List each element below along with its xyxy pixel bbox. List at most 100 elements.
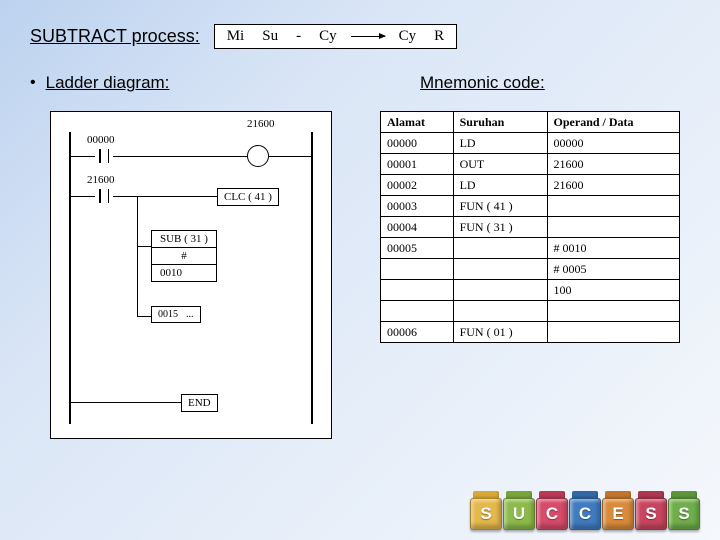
- table-cell: 00002: [381, 175, 454, 196]
- letter-block: E: [602, 498, 634, 530]
- eq-mi: Mi: [223, 28, 249, 45]
- table-row: 100: [381, 280, 680, 301]
- table-cell: 21600: [547, 175, 679, 196]
- table-cell: 00006: [381, 322, 454, 343]
- letter-block: S: [668, 498, 700, 530]
- sub-block: SUB ( 31 ) # 0010: [151, 230, 217, 282]
- table-row: 00002LD21600: [381, 175, 680, 196]
- table-cell: [381, 259, 454, 280]
- table-row: 00000LD00000: [381, 133, 680, 154]
- block-letter: C: [579, 504, 591, 524]
- equation-box: Mi Su - Cy Cy R: [214, 24, 457, 49]
- table-cell: OUT: [453, 154, 547, 175]
- lbl-21600-left: 21600: [87, 174, 115, 186]
- table-cell: [453, 301, 547, 322]
- letter-block: U: [503, 498, 535, 530]
- eq-minus: -: [292, 28, 305, 45]
- arrow-icon: [351, 36, 385, 37]
- sub-hash: #: [152, 248, 216, 265]
- instr-sub: SUB ( 31 ): [152, 231, 216, 248]
- coil-21600: [247, 145, 269, 167]
- table-row: [381, 301, 680, 322]
- instr-end: END: [181, 394, 218, 412]
- ladder-diagram: 00000 21600 21600 CLC ( 41 ) SUB ( 31 ): [50, 111, 332, 439]
- block-letter: S: [480, 504, 491, 524]
- mnemonic-table: Alamat Suruhan Operand / Data 00000LD000…: [380, 111, 680, 343]
- table-cell: LD: [453, 175, 547, 196]
- block-letter: U: [513, 504, 525, 524]
- block-letter: C: [546, 504, 558, 524]
- title-row: SUBTRACT process: Mi Su - Cy Cy R: [30, 24, 690, 49]
- contact-00000: [95, 149, 113, 163]
- table-cell: LD: [453, 133, 547, 154]
- page-title: SUBTRACT process:: [30, 26, 200, 47]
- table-cell: FUN ( 41 ): [453, 196, 547, 217]
- contact-21600: [95, 189, 113, 203]
- val-dots: ...: [186, 309, 194, 320]
- th-suruhan: Suruhan: [453, 112, 547, 133]
- table-cell: 100: [547, 280, 679, 301]
- table-cell: 00001: [381, 154, 454, 175]
- eq-cy2: Cy: [395, 28, 421, 45]
- lbl-00000: 00000: [87, 134, 115, 146]
- th-operand: Operand / Data: [547, 112, 679, 133]
- table-cell: # 0005: [547, 259, 679, 280]
- table-row: 00005 # 0010: [381, 238, 680, 259]
- table-cell: FUN ( 31 ): [453, 217, 547, 238]
- wire: [71, 402, 181, 403]
- table-cell: 00005: [381, 238, 454, 259]
- table-cell: [547, 322, 679, 343]
- table-row: 00004FUN ( 31 ): [381, 217, 680, 238]
- letter-block: C: [569, 498, 601, 530]
- right-column: Mnemonic code: Alamat Suruhan Operand / …: [380, 73, 690, 439]
- ladder-label: Ladder diagram:: [46, 73, 170, 93]
- letter-block: C: [536, 498, 568, 530]
- sub-0010: 0010: [152, 265, 216, 281]
- table-cell: 00003: [381, 196, 454, 217]
- val-0015: 0015: [158, 309, 178, 320]
- block-letter: S: [645, 504, 656, 524]
- slide: SUBTRACT process: Mi Su - Cy Cy R • Ladd…: [0, 0, 720, 439]
- table-cell: [453, 280, 547, 301]
- block-letter: S: [678, 504, 689, 524]
- table-cell: [547, 217, 679, 238]
- success-blocks: SUCCESS: [470, 498, 700, 530]
- eq-r: R: [430, 28, 448, 45]
- val-0015-box: 0015 ...: [151, 306, 201, 323]
- table-row: # 0005: [381, 259, 680, 280]
- mnemonic-wrap: Alamat Suruhan Operand / Data 00000LD000…: [380, 111, 690, 343]
- table-header-row: Alamat Suruhan Operand / Data: [381, 112, 680, 133]
- table-row: 00001OUT21600: [381, 154, 680, 175]
- lbl-21600-top: 21600: [247, 118, 275, 130]
- th-alamat: Alamat: [381, 112, 454, 133]
- table-cell: [453, 259, 547, 280]
- wire: [269, 156, 313, 157]
- table-cell: [547, 196, 679, 217]
- table-cell: # 0010: [547, 238, 679, 259]
- table-row: 00006FUN ( 01 ): [381, 322, 680, 343]
- left-column: • Ladder diagram: 00000 21600 21600: [30, 73, 340, 439]
- table-cell: 00000: [547, 133, 679, 154]
- content-row: • Ladder diagram: 00000 21600 21600: [30, 73, 690, 439]
- eq-su: Su: [258, 28, 282, 45]
- wire: [137, 196, 138, 246]
- table-cell: [547, 301, 679, 322]
- wire: [71, 196, 95, 197]
- eq-cy1: Cy: [315, 28, 341, 45]
- letter-block: S: [635, 498, 667, 530]
- right-rail: [311, 132, 313, 424]
- mnemonic-label: Mnemonic code:: [420, 73, 690, 93]
- bullet-icon: •: [30, 74, 36, 92]
- table-cell: [381, 280, 454, 301]
- wire: [137, 246, 151, 247]
- wire: [71, 156, 95, 157]
- table-row: 00003FUN ( 41 ): [381, 196, 680, 217]
- table-cell: [453, 238, 547, 259]
- block-letter: E: [612, 504, 623, 524]
- wire: [113, 156, 247, 157]
- table-cell: FUN ( 01 ): [453, 322, 547, 343]
- table-cell: 00000: [381, 133, 454, 154]
- left-rail: [69, 132, 71, 424]
- table-cell: 21600: [547, 154, 679, 175]
- table-cell: 00004: [381, 217, 454, 238]
